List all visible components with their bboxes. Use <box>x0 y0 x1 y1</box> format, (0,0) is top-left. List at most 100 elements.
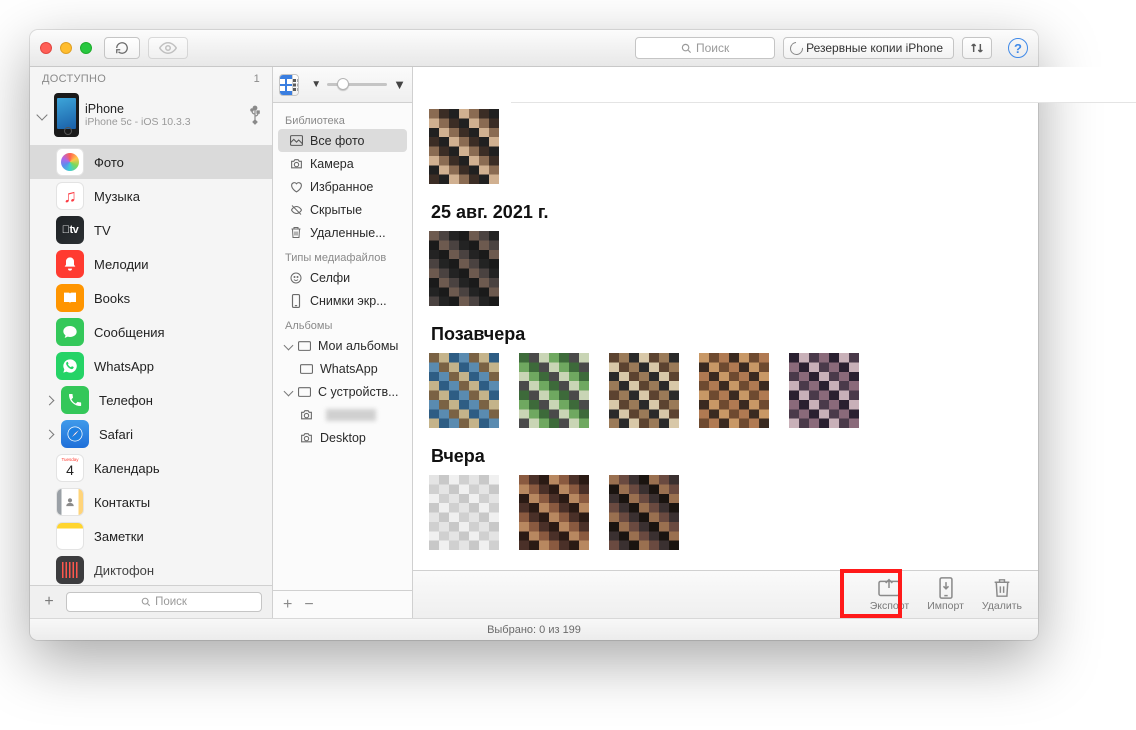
album-whatsapp[interactable]: WhatsApp <box>273 357 412 380</box>
contacts-icon <box>56 488 84 516</box>
photo-thumbnail[interactable] <box>429 475 499 550</box>
person-large-icon: ▼ <box>393 77 406 92</box>
zoom-slider[interactable]: ▼ ▼ <box>311 77 406 92</box>
chevron-down-icon <box>36 109 47 120</box>
stepper-icon[interactable]: ▲▼ <box>1012 79 1023 91</box>
photo-gallery[interactable]: 25 авг. 2021 г. Позавчера Вчера <box>413 103 1038 570</box>
photo-thumbnail[interactable] <box>789 353 859 428</box>
sidebar-search[interactable]: Поиск <box>66 592 262 612</box>
preview-button[interactable] <box>148 37 188 59</box>
device-subtitle: iPhone 5c - iOS 10.3.3 <box>85 116 191 128</box>
search-field[interactable]: Поиск <box>635 37 775 59</box>
view-mode-segment <box>279 74 299 96</box>
notes-icon <box>56 522 84 550</box>
add-album-button[interactable]: + <box>283 596 292 614</box>
chevron-down-icon <box>284 387 294 397</box>
photo-thumbnail[interactable] <box>609 475 679 550</box>
library-item-all-photos[interactable]: Все фото <box>278 129 407 152</box>
sidebar-item-safari[interactable]: Safari <box>30 417 272 451</box>
library-item-camera[interactable]: Камера <box>273 152 412 175</box>
heart-icon <box>289 181 303 193</box>
content-area: С 13.02. 2018▲▼ по 27.08. 2021▲▼ 25 авг.… <box>413 67 1038 618</box>
group-date-header: 25 авг. 2021 г. <box>431 202 1022 223</box>
album-desktop[interactable]: Desktop <box>273 426 412 449</box>
mediatypes-section-header: Типы медиафайлов <box>273 244 412 266</box>
device-row[interactable]: iPhone iPhone 5c - iOS 10.3.3 <box>30 89 272 143</box>
photo-thumbnail[interactable] <box>429 231 499 306</box>
minimize-window-button[interactable] <box>60 42 72 54</box>
remove-album-button[interactable]: − <box>304 596 313 614</box>
app-window: Поиск Резервные копии iPhone ? ДОСТУПНО … <box>30 30 1038 640</box>
sidebar-item-messages[interactable]: Сообщения <box>30 315 272 349</box>
albums-from-device[interactable]: С устройств... <box>273 380 412 403</box>
sidebar-item-music[interactable]: ♫Музыка <box>30 179 272 213</box>
album-hidden[interactable] <box>273 403 412 426</box>
backups-button[interactable]: Резервные копии iPhone <box>783 37 954 59</box>
sidebar-item-photos[interactable]: Фото <box>30 145 272 179</box>
folder-icon <box>299 363 313 374</box>
refresh-button[interactable] <box>104 37 140 59</box>
status-bar: Выбрано: 0 из 199 <box>30 618 1038 640</box>
whatsapp-icon <box>56 352 84 380</box>
grid-view-button[interactable] <box>280 75 293 95</box>
add-button[interactable]: + <box>40 593 58 611</box>
icon-view-button[interactable] <box>293 75 299 95</box>
camera-icon <box>289 158 303 169</box>
device-count: 1 <box>254 73 260 85</box>
sidebar-item-contacts[interactable]: Контакты <box>30 485 272 519</box>
music-icon: ♫ <box>56 182 84 210</box>
close-window-button[interactable] <box>40 42 52 54</box>
date-from-field[interactable]: 13.02. 2018▲▼ <box>818 74 910 96</box>
sort-button[interactable] <box>962 37 992 59</box>
sidebar-item-notes[interactable]: Заметки <box>30 519 272 553</box>
sidebar-footer: + Поиск <box>30 585 272 618</box>
library-item-favorites[interactable]: Избранное <box>273 175 412 198</box>
photo-thumbnail[interactable] <box>429 109 499 184</box>
library-item-selfies[interactable]: Селфи <box>273 266 412 289</box>
stepper-icon[interactable]: ▲▼ <box>895 79 906 91</box>
sidebar-item-books[interactable]: Books <box>30 281 272 315</box>
books-icon <box>56 284 84 312</box>
photo-thumbnail[interactable] <box>609 353 679 428</box>
photo-thumbnail[interactable] <box>429 353 499 428</box>
sidebar-item-calendar[interactable]: 4Календарь <box>30 451 272 485</box>
folder-icon <box>297 386 311 397</box>
selfie-icon <box>289 272 303 284</box>
trash-icon <box>989 578 1015 598</box>
hidden-icon <box>289 204 303 216</box>
thumbnail-row <box>429 231 1022 306</box>
date-to-field[interactable]: 27.08. 2021▲▼ <box>936 74 1028 96</box>
action-bar: Экспорт Импорт Удалить <box>413 570 1038 618</box>
device-sidebar: ДОСТУПНО 1 iPhone iPhone 5c - iOS 10.3.3… <box>30 67 273 618</box>
library-section-header: Библиотека <box>273 107 412 129</box>
library-item-hidden[interactable]: Скрытые <box>273 198 412 221</box>
import-button[interactable]: Импорт <box>927 578 964 612</box>
photo-thumbnail[interactable] <box>519 353 589 428</box>
sidebar-item-phone[interactable]: Телефон <box>30 383 272 417</box>
messages-icon <box>56 318 84 346</box>
selection-status: Выбрано: 0 из 199 <box>487 624 581 636</box>
delete-button[interactable]: Удалить <box>982 578 1022 612</box>
import-icon <box>933 578 959 598</box>
photo-thumbnail[interactable] <box>699 353 769 428</box>
sidebar-item-tv[interactable]: tvTV <box>30 213 272 247</box>
sidebar-item-whatsapp[interactable]: WhatsApp <box>30 349 272 383</box>
sidebar-item-ringtones[interactable]: Мелодии <box>30 247 272 281</box>
photos-icon <box>56 148 84 176</box>
sidebar-item-voicememos[interactable]: Диктофон <box>30 553 272 585</box>
zoom-window-button[interactable] <box>80 42 92 54</box>
iphone-icon <box>54 93 79 137</box>
group-date-header: Вчера <box>431 446 1022 467</box>
phone-icon <box>61 386 89 414</box>
albums-section-header: Альбомы <box>273 312 412 334</box>
help-button[interactable]: ? <box>1008 38 1028 58</box>
albums-my-albums[interactable]: Мои альбомы <box>273 334 412 357</box>
folder-icon <box>297 340 311 351</box>
trash-icon <box>289 226 303 239</box>
export-button[interactable]: Экспорт <box>870 578 909 612</box>
library-item-screenshots[interactable]: Снимки экр... <box>273 289 412 312</box>
library-item-deleted[interactable]: Удаленные... <box>273 221 412 244</box>
photo-thumbnail[interactable] <box>519 475 589 550</box>
group-date-header: Позавчера <box>431 324 1022 345</box>
calendar-icon: 4 <box>56 454 84 482</box>
